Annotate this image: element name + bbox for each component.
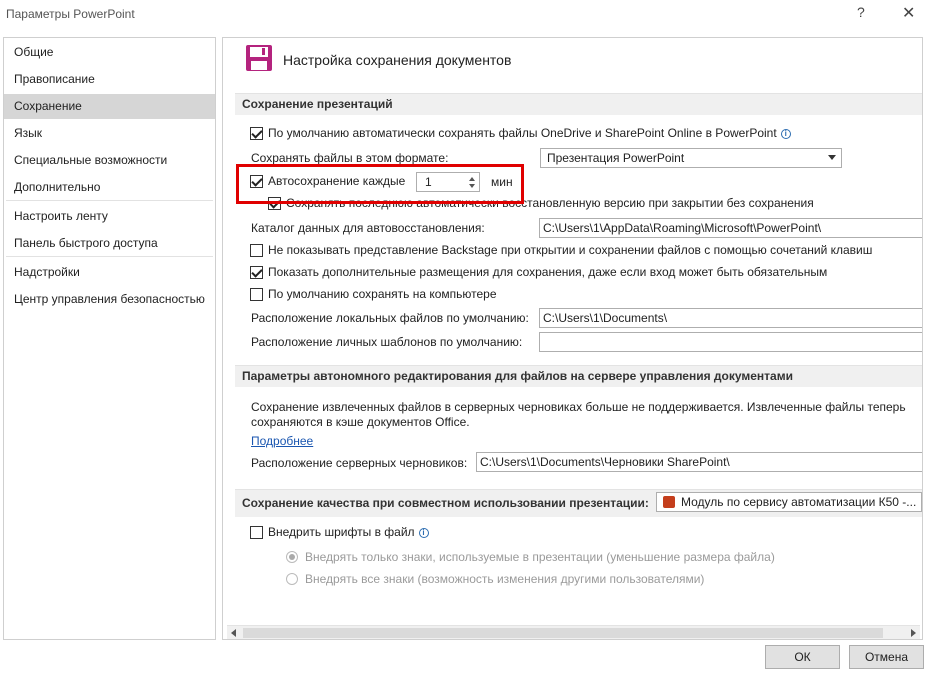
- autorecover-dir-input[interactable]: C:\Users\1\AppData\Roaming\Microsoft\Pow…: [539, 218, 922, 238]
- section-save-presentations: Сохранение презентаций: [235, 93, 922, 115]
- format-select-value: Презентация PowerPoint: [547, 151, 685, 165]
- ok-button[interactable]: ОК: [765, 645, 840, 669]
- section-offline-editing: Параметры автономного редактирования для…: [235, 365, 922, 387]
- no-backstage-label: Не показывать представление Backstage пр…: [268, 243, 873, 257]
- local-files-label: Расположение локальных файлов по умолчан…: [251, 311, 529, 325]
- show-locations-checkbox[interactable]: [250, 266, 263, 279]
- sidebar-item-addins[interactable]: Надстройки: [4, 261, 215, 283]
- embed-fonts-label: Внедрить шрифты в файл i: [268, 525, 429, 539]
- horizontal-scrollbar[interactable]: [227, 625, 920, 639]
- autorecover-dir-label: Каталог данных для автовосстановления:: [251, 221, 485, 235]
- scroll-right-icon[interactable]: [911, 629, 916, 637]
- more-info-link[interactable]: Подробнее: [251, 434, 313, 448]
- page-title: Настройка сохранения документов: [283, 52, 512, 68]
- title-bar: Параметры PowerPoint ? ✕: [0, 0, 931, 28]
- scroll-thumb[interactable]: [243, 628, 883, 638]
- chevron-down-icon: [828, 155, 836, 160]
- powerpoint-icon: [663, 496, 675, 508]
- sidebar-item-customize-ribbon[interactable]: Настроить ленту: [4, 205, 215, 227]
- close-icon[interactable]: ✕: [902, 3, 915, 23]
- offline-note-line2: сохраняются в кэше документов Office.: [251, 415, 470, 429]
- help-icon[interactable]: ?: [857, 4, 865, 20]
- sidebar-item-trust-center[interactable]: Центр управления безопасностью: [4, 288, 215, 310]
- scroll-left-icon[interactable]: [231, 629, 236, 637]
- format-select[interactable]: Презентация PowerPoint: [540, 148, 842, 168]
- info-icon[interactable]: i: [780, 129, 791, 139]
- sidebar-item-language[interactable]: Язык: [4, 122, 215, 144]
- options-main-panel: Настройка сохранения документов Сохранен…: [222, 37, 923, 640]
- presentation-select[interactable]: Модуль по сервису автоматизации К50 -...: [656, 492, 922, 512]
- embed-used-label: Внедрять только знаки, используемые в пр…: [305, 550, 775, 564]
- local-files-input[interactable]: C:\Users\1\Documents\: [539, 308, 922, 328]
- autosave-cloud-label: По умолчанию автоматически сохранять фай…: [268, 126, 791, 140]
- format-label: Сохранять файлы в этом формате:: [251, 151, 449, 165]
- embed-all-label: Внедрять все знаки (возможность изменени…: [305, 572, 705, 586]
- templates-label: Расположение личных шаблонов по умолчани…: [251, 335, 523, 349]
- info-icon[interactable]: i: [418, 528, 429, 538]
- save-local-label: По умолчанию сохранять на компьютере: [268, 287, 497, 301]
- sidebar-divider: [6, 256, 213, 257]
- sidebar-item-proofing[interactable]: Правописание: [4, 68, 215, 90]
- offline-note-line1: Сохранение извлеченных файлов в серверны…: [251, 400, 906, 414]
- sidebar-item-accessibility[interactable]: Специальные возможности: [4, 149, 215, 171]
- templates-input[interactable]: [539, 332, 922, 352]
- autosave-cloud-checkbox[interactable]: [250, 127, 263, 140]
- save-local-checkbox[interactable]: [250, 288, 263, 301]
- no-backstage-checkbox[interactable]: [250, 244, 263, 257]
- cancel-button[interactable]: Отмена: [849, 645, 924, 669]
- highlight-box: [236, 164, 524, 204]
- presentation-select-value: Модуль по сервису автоматизации К50 -...: [681, 495, 917, 509]
- server-drafts-label: Расположение серверных черновиков:: [251, 456, 468, 470]
- window-title: Параметры PowerPoint: [6, 7, 135, 21]
- sidebar-divider: [6, 200, 213, 201]
- options-sidebar: Общие Правописание Сохранение Язык Специ…: [3, 37, 216, 640]
- server-drafts-input[interactable]: C:\Users\1\Documents\Черновики SharePoin…: [476, 452, 922, 472]
- embed-fonts-checkbox[interactable]: [250, 526, 263, 539]
- sidebar-item-quick-access[interactable]: Панель быстрого доступа: [4, 232, 215, 254]
- show-locations-label: Показать дополнительные размещения для с…: [268, 265, 828, 279]
- floppy-disk-icon: [246, 45, 272, 71]
- sidebar-item-advanced[interactable]: Дополнительно: [4, 176, 215, 198]
- embed-all-radio[interactable]: [286, 573, 298, 585]
- sidebar-item-general[interactable]: Общие: [4, 41, 215, 63]
- embed-used-radio[interactable]: [286, 551, 298, 563]
- sidebar-item-save[interactable]: Сохранение: [4, 94, 215, 119]
